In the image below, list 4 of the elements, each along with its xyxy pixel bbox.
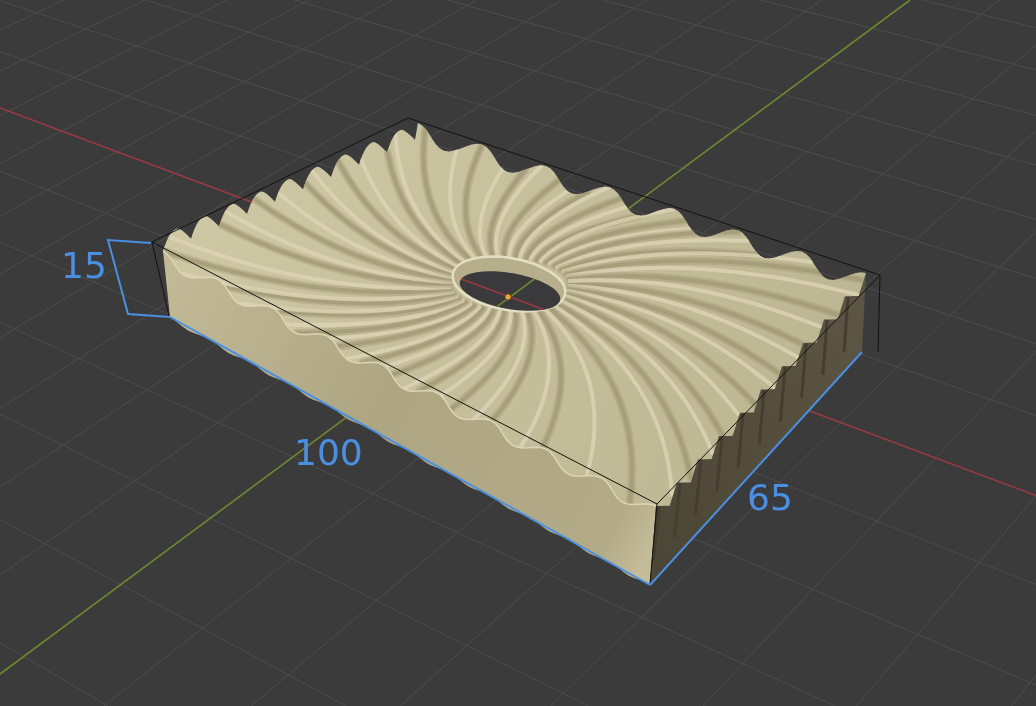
dimension-label: 15 [61,245,107,286]
dimension-label: 65 [747,477,793,518]
origin-dot-icon [504,293,512,301]
dimension-label: 100 [294,432,363,473]
